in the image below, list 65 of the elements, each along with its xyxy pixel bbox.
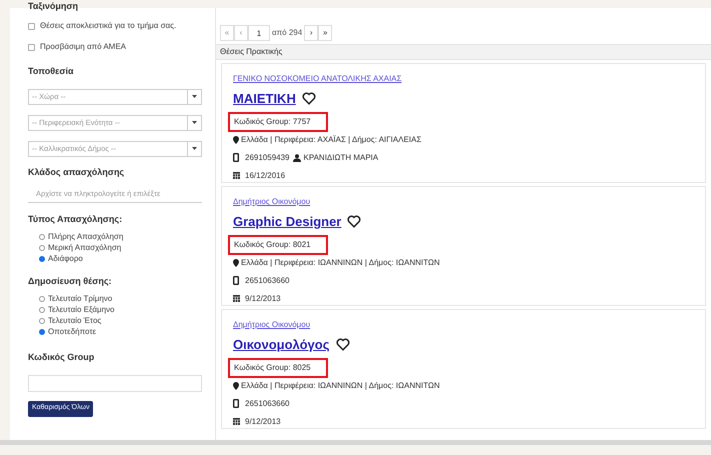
job-title-link[interactable]: Graphic Designer [233,212,342,232]
location-text: Ελλάδα | Περιφέρεια: ΑΧΑΪΑΣ | Δήμος: ΑΙΓΙΑΛΕΙΑΣ [241,134,422,146]
mobile-phone-icon [233,399,239,408]
mobile-phone-icon [233,276,239,285]
radio-button[interactable] [39,318,45,324]
user-icon [292,154,300,162]
heart-icon[interactable] [302,92,316,106]
page-number-field[interactable]: 1 [248,25,270,41]
radio-button[interactable] [39,296,45,302]
caret-icon [192,95,197,98]
date-text: 9/12/2013 [245,292,281,304]
radio-button[interactable] [39,256,45,262]
mobile-phone-icon [233,153,239,162]
calendar-icon [233,295,240,302]
location-text: Ελλάδα | Περιφέρεια: ΙΩΑΝΝΙΝΩΝ | Δήμος: ΙΩΑΝΝΙΤΩΝ [241,256,440,268]
job-title-link[interactable]: Οικονομολόγος [233,335,330,354]
radio-button[interactable] [39,234,45,240]
caret-icon [192,147,197,150]
map-pin-icon [233,136,239,144]
section-heading: Δημοσίευση θέσης: [28,274,113,288]
calendar-icon [233,418,240,425]
radio-label: Πλήρης Απασχόληση [48,231,124,243]
radio-label: Οποτεδήποτε [48,326,96,338]
radio-label: Τελευταίο Εξάμηνο [48,304,114,316]
phone-number: 2691059439 [245,152,290,164]
checkbox[interactable] [28,44,35,50]
section-heading: Τύπος Απασχόλησης: [28,213,124,226]
phone-number: 2651063660 [245,274,290,286]
phone-number: 2651063660 [245,398,290,410]
date-text: 16/12/2016 [245,170,286,182]
radio-label: Αδιάφορο [48,253,83,265]
input-field[interactable] [28,374,202,392]
caret-icon [192,121,197,124]
job-title-link[interactable]: ΜΑΙΕΤΙΚΗ [233,89,296,108]
next-page-button[interactable]: › [304,25,318,41]
checkbox[interactable] [28,22,35,30]
radio-label: Τελευταίο Έτος [48,314,102,326]
checkbox-label: Θέσεις αποκλειστικά για το τμήμα σας. [40,20,176,32]
organization-link[interactable]: Δημήτριος Οικονόμου [233,196,310,208]
location-text: Ελλάδα | Περιφέρεια: ΙΩΑΝΝΙΝΩΝ | Δήμος: ΙΩΑΝΝΙΤΩΝ [241,380,440,392]
section-heading: Τοποθεσία [28,65,75,78]
section-heading: Ταξινόμηση [28,1,80,11]
group-code: Κωδικός Group: 7757 [228,112,328,132]
heart-icon[interactable] [347,215,362,228]
map-pin-icon [233,382,239,390]
radio-label: Τελευταίο Τρίμηνο [48,292,112,304]
page-total: από 294 [271,27,304,39]
contact-name: ΚΡΑΝΙΔΙΩΤΗ ΜΑΡΙΑ [304,152,378,164]
date-text: 9/12/2013 [245,416,281,428]
list-heading: Θέσεις Πρακτικής [216,44,711,60]
calendar-icon [233,172,240,179]
checkbox-label: Προσβάσιμη από ΑΜΕΑ [40,41,126,53]
group-code: Κωδικός Group: 8025 [228,358,328,378]
last-page-button[interactable]: » [318,25,332,41]
section-heading: Κλάδος απασχόλησης [28,166,126,179]
heart-icon[interactable] [336,338,350,352]
organization-link[interactable]: Δημήτριος Οικονόμου [233,319,310,331]
group-code: Κωδικός Group: 8021 [228,234,328,254]
section-heading: Κωδικός Group [28,351,96,364]
organization-link[interactable]: ΓΕΝΙΚΟ ΝΟΣΟΚΟΜΕΙΟ ΑΝΑΤΟΛΙΚΗΣ ΑΧΑΙΑΣ [233,73,402,85]
radio-label: Μερική Απασχόληση [48,242,122,254]
map-pin-icon [233,258,239,266]
radio-button[interactable] [39,328,45,334]
radio-button[interactable] [39,306,45,312]
radio-button[interactable] [39,245,45,251]
